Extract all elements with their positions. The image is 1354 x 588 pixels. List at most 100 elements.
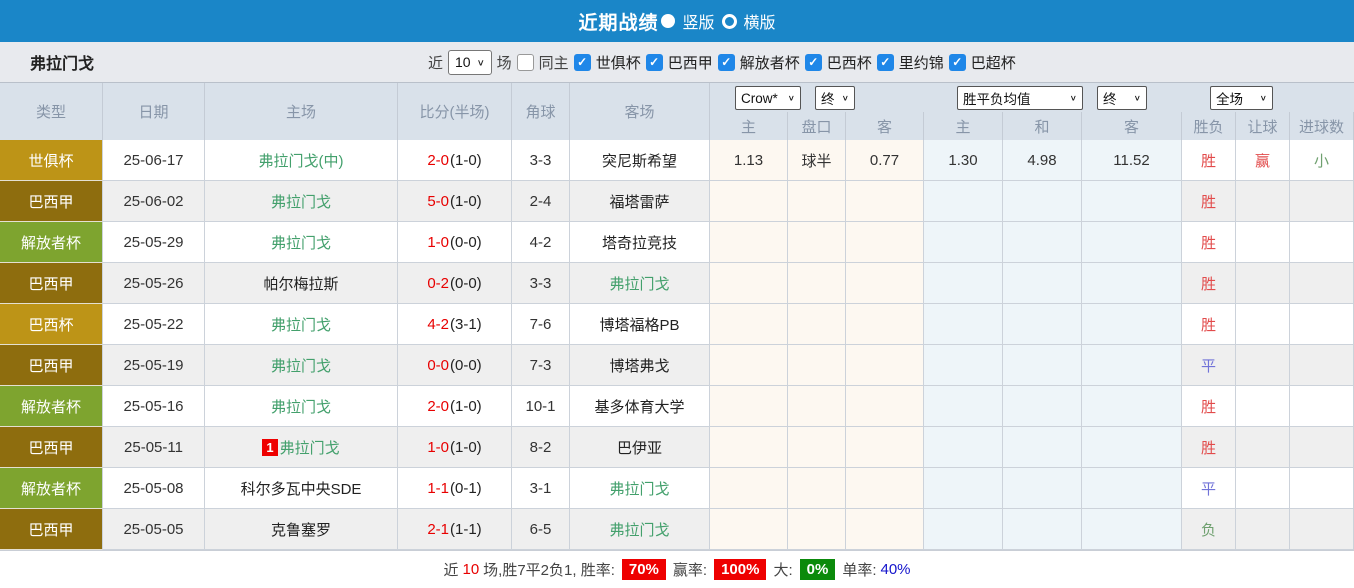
same-home-checkbox[interactable] <box>516 53 534 71</box>
col-header-date: 日期 <box>103 83 205 140</box>
home-team[interactable]: 科尔多瓦中央SDE <box>241 478 362 499</box>
away-team[interactable]: 福塔雷萨 <box>609 191 669 212</box>
goals-result <box>1290 345 1354 386</box>
ah-away-odds <box>846 263 924 304</box>
home-team[interactable]: 弗拉门戈 <box>271 191 331 212</box>
league-label-0: 世俱杯 <box>595 54 641 72</box>
big-rate-badge: 0% <box>799 559 836 580</box>
ah-home-odds <box>710 181 788 222</box>
eu-draw-odds <box>1003 304 1082 345</box>
col-header-corner: 角球 <box>512 83 570 140</box>
corner-score: 10-1 <box>512 386 570 427</box>
away-team[interactable]: 弗拉门戈 <box>609 519 669 540</box>
avg-select[interactable]: 胜平负均值 ∨ <box>957 86 1083 110</box>
odds-selects-row: Crow* ∨ 终 ∨ 胜平负均值 ∨ 终 ∨ 全场 ∨ <box>710 83 1354 111</box>
full-score: 1-0 <box>427 438 449 456</box>
away-team[interactable]: 弗拉门戈 <box>609 273 669 294</box>
away-team[interactable]: 博塔弗戈 <box>609 355 669 376</box>
half-score: (0-0) <box>450 274 482 292</box>
league-checkbox-2[interactable]: ✓ <box>717 53 735 71</box>
sub-header-eu-home: 主 <box>924 112 1003 140</box>
home-team[interactable]: 弗拉门戈 <box>271 232 331 253</box>
home-team[interactable]: 弗拉门戈 <box>271 396 331 417</box>
home-team[interactable]: 弗拉门戈 <box>271 314 331 335</box>
eu-away-odds <box>1082 345 1182 386</box>
radio-horizontal-label[interactable]: 横版 <box>744 9 776 33</box>
league-checkbox-4[interactable]: ✓ <box>876 53 894 71</box>
result-label: 平 <box>1182 468 1236 509</box>
eu-draw-odds <box>1003 263 1082 304</box>
bookmaker-select-value: Crow* <box>741 90 778 106</box>
result-label: 胜 <box>1182 181 1236 222</box>
rounds-select[interactable]: 10 ∨ <box>448 49 492 75</box>
ah-away-odds: 0.77 <box>846 140 924 181</box>
match-score: 5-0 (1-0) <box>398 181 512 222</box>
final-a-select[interactable]: 终 ∨ <box>815 86 855 110</box>
match-score: 2-0 (1-0) <box>398 386 512 427</box>
handicap-result <box>1236 304 1290 345</box>
away-team[interactable]: 博塔福格PB <box>599 314 679 335</box>
goals-result: 小 <box>1290 140 1354 181</box>
away-team[interactable]: 巴伊亚 <box>617 437 662 458</box>
ah-home-odds <box>710 509 788 550</box>
ah-line <box>788 263 846 304</box>
radio-horizontal-icon[interactable] <box>721 13 737 29</box>
league-checkbox-1[interactable]: ✓ <box>645 53 663 71</box>
sub-header-ah-away: 客 <box>846 112 924 140</box>
half-score: (3-1) <box>450 315 482 333</box>
eu-draw-odds <box>1003 386 1082 427</box>
table-row: 解放者杯 25-05-16 弗拉门戈 2-0 (1-0) 10-1 基多体育大学 … <box>0 386 1354 427</box>
big-rate-label: 大: <box>773 562 793 579</box>
sub-header-eu-away: 客 <box>1082 112 1182 140</box>
away-team[interactable]: 突尼斯希望 <box>602 150 677 171</box>
final-b-select[interactable]: 终 ∨ <box>1097 86 1147 110</box>
match-date: 25-05-19 <box>103 345 205 386</box>
avg-select-value: 胜平负均值 <box>963 92 1031 107</box>
goals-result <box>1290 386 1354 427</box>
league-checkbox-0[interactable]: ✓ <box>573 53 591 71</box>
ah-line <box>788 345 846 386</box>
goals-result <box>1290 181 1354 222</box>
scope-select[interactable]: 全场 ∨ <box>1210 86 1273 110</box>
ah-away-odds <box>846 345 924 386</box>
table-row: 解放者杯 25-05-29 弗拉门戈 1-0 (0-0) 4-2 塔奇拉竞技 胜 <box>0 222 1354 263</box>
match-date: 25-06-17 <box>103 140 205 181</box>
eu-home-odds <box>924 304 1003 345</box>
league-checkbox-3[interactable]: ✓ <box>804 53 822 71</box>
home-team[interactable]: 帕尔梅拉斯 <box>263 273 338 294</box>
eu-away-odds <box>1082 263 1182 304</box>
table-row: 世俱杯 25-06-17 弗拉门戈(中) 2-0 (1-0) 3-3 突尼斯希望 … <box>0 140 1354 181</box>
handicap-result <box>1236 386 1290 427</box>
league-badge: 巴西甲 <box>0 509 103 550</box>
rank-badge: 1 <box>262 438 278 456</box>
ah-line <box>788 181 846 222</box>
radio-vertical-selected-icon[interactable] <box>661 14 676 28</box>
eu-away-odds <box>1082 181 1182 222</box>
eu-away-odds <box>1082 304 1182 345</box>
home-team[interactable]: 弗拉门戈 <box>271 355 331 376</box>
goals-result <box>1290 427 1354 468</box>
table-row: 巴西甲 25-05-19 弗拉门戈 0-0 (0-0) 7-3 博塔弗戈 平 <box>0 345 1354 386</box>
home-team[interactable]: 弗拉门戈 <box>280 437 340 458</box>
half-score: (1-0) <box>450 151 482 169</box>
ah-line <box>788 222 846 263</box>
bookmaker-select[interactable]: Crow* ∨ <box>735 86 801 110</box>
result-label: 平 <box>1182 345 1236 386</box>
half-score: (1-0) <box>450 192 482 210</box>
away-team[interactable]: 基多体育大学 <box>594 396 684 417</box>
away-team[interactable]: 塔奇拉竞技 <box>602 232 677 253</box>
league-checkbox-5[interactable]: ✓ <box>948 53 966 71</box>
league-label-1: 巴西甲 <box>667 54 713 72</box>
half-score: (1-0) <box>450 438 482 456</box>
summary-count: 10 <box>462 561 480 578</box>
home-team[interactable]: 弗拉门戈(中) <box>259 150 344 171</box>
radio-vertical-label[interactable]: 竖版 <box>682 9 714 33</box>
result-label: 胜 <box>1182 222 1236 263</box>
handicap-result <box>1236 181 1290 222</box>
away-team[interactable]: 弗拉门戈 <box>609 478 669 499</box>
home-team[interactable]: 克鲁塞罗 <box>271 519 331 540</box>
match-score: 2-0 (1-0) <box>398 140 512 181</box>
league-badge: 解放者杯 <box>0 468 103 509</box>
sub-header-ah-line: 盘口 <box>788 112 846 140</box>
page-title: 近期战绩 <box>578 12 659 34</box>
